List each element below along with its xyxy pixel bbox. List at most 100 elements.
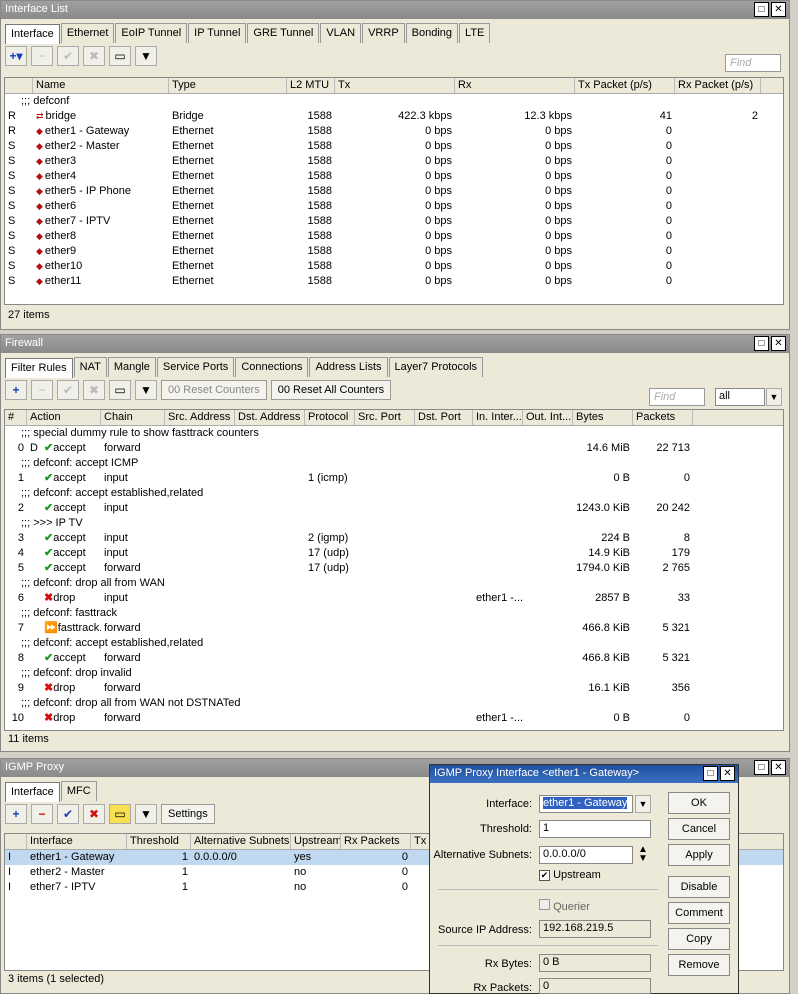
disable-icon[interactable]: ✖ (83, 46, 105, 66)
ok-button[interactable]: OK (668, 792, 730, 814)
table-row[interactable]: S ◆ ether3 Ethernet 1588 0 bps 0 bps 0 (5, 154, 783, 169)
close-icon[interactable]: ✕ (771, 336, 786, 351)
tab-mangle[interactable]: Mangle (107, 357, 156, 377)
tab-ethernet[interactable]: Ethernet (60, 23, 115, 43)
reset-all-counters-button[interactable]: 00 Reset All Counters (270, 380, 392, 400)
column-header[interactable]: Protocol (305, 410, 355, 425)
tab-bonding[interactable]: Bonding (405, 23, 459, 43)
table-row[interactable]: 7⏩fasttrack...forward466.8 KiB5 321 (5, 621, 783, 636)
filter-icon[interactable]: ▼ (135, 380, 157, 400)
column-header[interactable]: Type (169, 78, 287, 93)
table-row[interactable]: 10 ✖drop forward ether1 -... 0 B0 (5, 711, 783, 726)
alt-subnets-input[interactable]: 0.0.0.0/0 (539, 846, 633, 864)
table-row[interactable]: S ◆ ether7 - IPTV Ethernet 1588 0 bps 0 bps 0 (5, 214, 783, 229)
column-header[interactable]: Packets (633, 410, 693, 425)
tab-ip-tunnel[interactable]: IP Tunnel (188, 23, 247, 43)
updown-icon[interactable]: ▲ ▼ (638, 845, 648, 864)
table-row[interactable]: 4 ✔accept input 17 (udp) 14.9 KiB 179 (5, 546, 783, 561)
table-row[interactable]: S ◆ ether8 Ethernet 1588 0 bps 0 bps 0 (5, 229, 783, 244)
querier-checkbox[interactable]: Querier (539, 899, 590, 913)
table-row[interactable]: 6 ✖drop input ether1 -... 2857 B 33 (5, 591, 783, 606)
column-header[interactable]: # (5, 410, 27, 425)
table-row[interactable]: S ◆ ether6 Ethernet 1588 0 bps 0 bps 0 (5, 199, 783, 214)
copy-button[interactable]: Copy (668, 928, 730, 950)
close-icon[interactable]: ✕ (720, 766, 735, 781)
table-row[interactable]: S ◆ ether9 Ethernet 1588 0 bps 0 bps 0 (5, 244, 783, 259)
threshold-input[interactable]: 1 (539, 820, 651, 838)
chain-filter-select[interactable]: all (715, 388, 765, 406)
column-header[interactable]: Tx (335, 78, 455, 93)
enable-icon[interactable]: ✔ (57, 380, 79, 400)
tab-layer7-protocols[interactable]: Layer7 Protocols (388, 357, 484, 377)
table-row[interactable]: 5 ✔accept forward 17 (udp) 1794.0 KiB 2 765 (5, 561, 783, 576)
table-row[interactable]: 9 ✖drop forward 16.1 KiB 356 (5, 681, 783, 696)
comment-button[interactable]: Comment (668, 902, 730, 924)
add-icon[interactable]: +▾ (5, 46, 27, 66)
filter-icon[interactable]: ▼ (135, 46, 157, 66)
tab-interface[interactable]: Interface (5, 24, 60, 44)
column-header[interactable]: Out. Int... (523, 410, 573, 425)
maximize-icon[interactable]: □ (754, 2, 769, 17)
maximize-icon[interactable]: □ (754, 336, 769, 351)
column-header[interactable]: Name (33, 78, 169, 93)
column-header[interactable]: Src. Port (355, 410, 415, 425)
firewall-titlebar[interactable]: Firewall □ ✕ (1, 335, 789, 353)
chevron-down-icon[interactable]: ▼ (635, 795, 651, 813)
tab-nat[interactable]: NAT (73, 357, 107, 377)
table-row[interactable]: 3 ✔accept input 2 (igmp) 224 B8 (5, 531, 783, 546)
filter-icon[interactable]: ▼ (135, 804, 157, 824)
column-header[interactable]: Tx Packet (p/s) (575, 78, 675, 93)
remove-icon[interactable]: − (31, 46, 53, 66)
table-row[interactable]: R ⇄ bridge Bridge 1588 422.3 kbps 12.3 kbps 41 2 (5, 109, 783, 124)
find-input[interactable]: Find (725, 54, 781, 72)
reset-counters-button[interactable]: 00 Reset Counters (161, 380, 267, 400)
enable-icon[interactable]: ✔ (57, 46, 79, 66)
tab-connections[interactable]: Connections (235, 357, 309, 377)
add-icon[interactable]: + (5, 804, 27, 824)
close-icon[interactable]: ✕ (771, 2, 786, 17)
table-row[interactable]: R ◆ ether1 - Gateway Ethernet 1588 0 bps 0 bps… (5, 124, 783, 139)
enable-icon[interactable]: ✔ (57, 804, 79, 824)
tab-filter-rules[interactable]: Filter Rules (5, 358, 73, 378)
tab-vlan[interactable]: VLAN (320, 23, 362, 43)
column-header[interactable]: Chain (101, 410, 165, 425)
column-header[interactable]: Rx (455, 78, 575, 93)
column-header[interactable]: Rx Packets (341, 834, 411, 849)
disable-icon[interactable]: ✖ (83, 804, 105, 824)
settings-button[interactable]: Settings (161, 804, 215, 824)
column-header[interactable]: L2 MTU (287, 78, 335, 93)
dialog-titlebar[interactable]: IGMP Proxy Interface <ether1 - Gateway> … (430, 765, 738, 783)
comment-icon[interactable]: ▭ (109, 46, 131, 66)
add-icon[interactable]: + (5, 380, 27, 400)
remove-icon[interactable]: − (31, 380, 53, 400)
remove-button[interactable]: Remove (668, 954, 730, 976)
column-header[interactable]: Upstream (291, 834, 341, 849)
interface-select[interactable]: ether1 - Gateway (539, 795, 633, 813)
column-header[interactable]: Dst. Port (415, 410, 473, 425)
find-input[interactable]: Find (649, 388, 705, 406)
cancel-button[interactable]: Cancel (668, 818, 730, 840)
tab-vrrp[interactable]: VRRP (362, 23, 405, 43)
table-row[interactable]: S ◆ ether5 - IP Phone Ethernet 1588 0 bps 0 bp… (5, 184, 783, 199)
interface-list-titlebar[interactable]: Interface List □ ✕ (1, 1, 789, 19)
table-row[interactable]: S ◆ ether11 Ethernet 1588 0 bps 0 bps 0 (5, 274, 783, 289)
comment-icon[interactable]: ▭ (109, 804, 131, 824)
remove-icon[interactable]: − (31, 804, 53, 824)
tab-service-ports[interactable]: Service Ports (156, 357, 235, 377)
tab-mfc[interactable]: MFC (60, 781, 97, 801)
column-header[interactable]: Alternative Subnets (191, 834, 291, 849)
tab-interface[interactable]: Interface (5, 782, 60, 802)
upstream-checkbox[interactable]: ✔ Upstream (539, 869, 601, 881)
column-header[interactable]: Dst. Address (235, 410, 305, 425)
column-header[interactable]: Bytes (573, 410, 633, 425)
close-icon[interactable]: ✕ (771, 760, 786, 775)
column-header[interactable]: Threshold (127, 834, 191, 849)
table-row[interactable]: 2 ✔accept input 1243.0 KiB 20 242 (5, 501, 783, 516)
column-header[interactable]: Interface (27, 834, 127, 849)
maximize-icon[interactable]: □ (754, 760, 769, 775)
table-row[interactable]: S ◆ ether2 - Master Ethernet 1588 0 bps 0 bps 0 (5, 139, 783, 154)
comment-icon[interactable]: ▭ (109, 380, 131, 400)
column-header[interactable]: Action (27, 410, 101, 425)
column-header[interactable]: In. Inter... (473, 410, 523, 425)
table-row[interactable]: 8 ✔accept forward 466.8 KiB 5 321 (5, 651, 783, 666)
